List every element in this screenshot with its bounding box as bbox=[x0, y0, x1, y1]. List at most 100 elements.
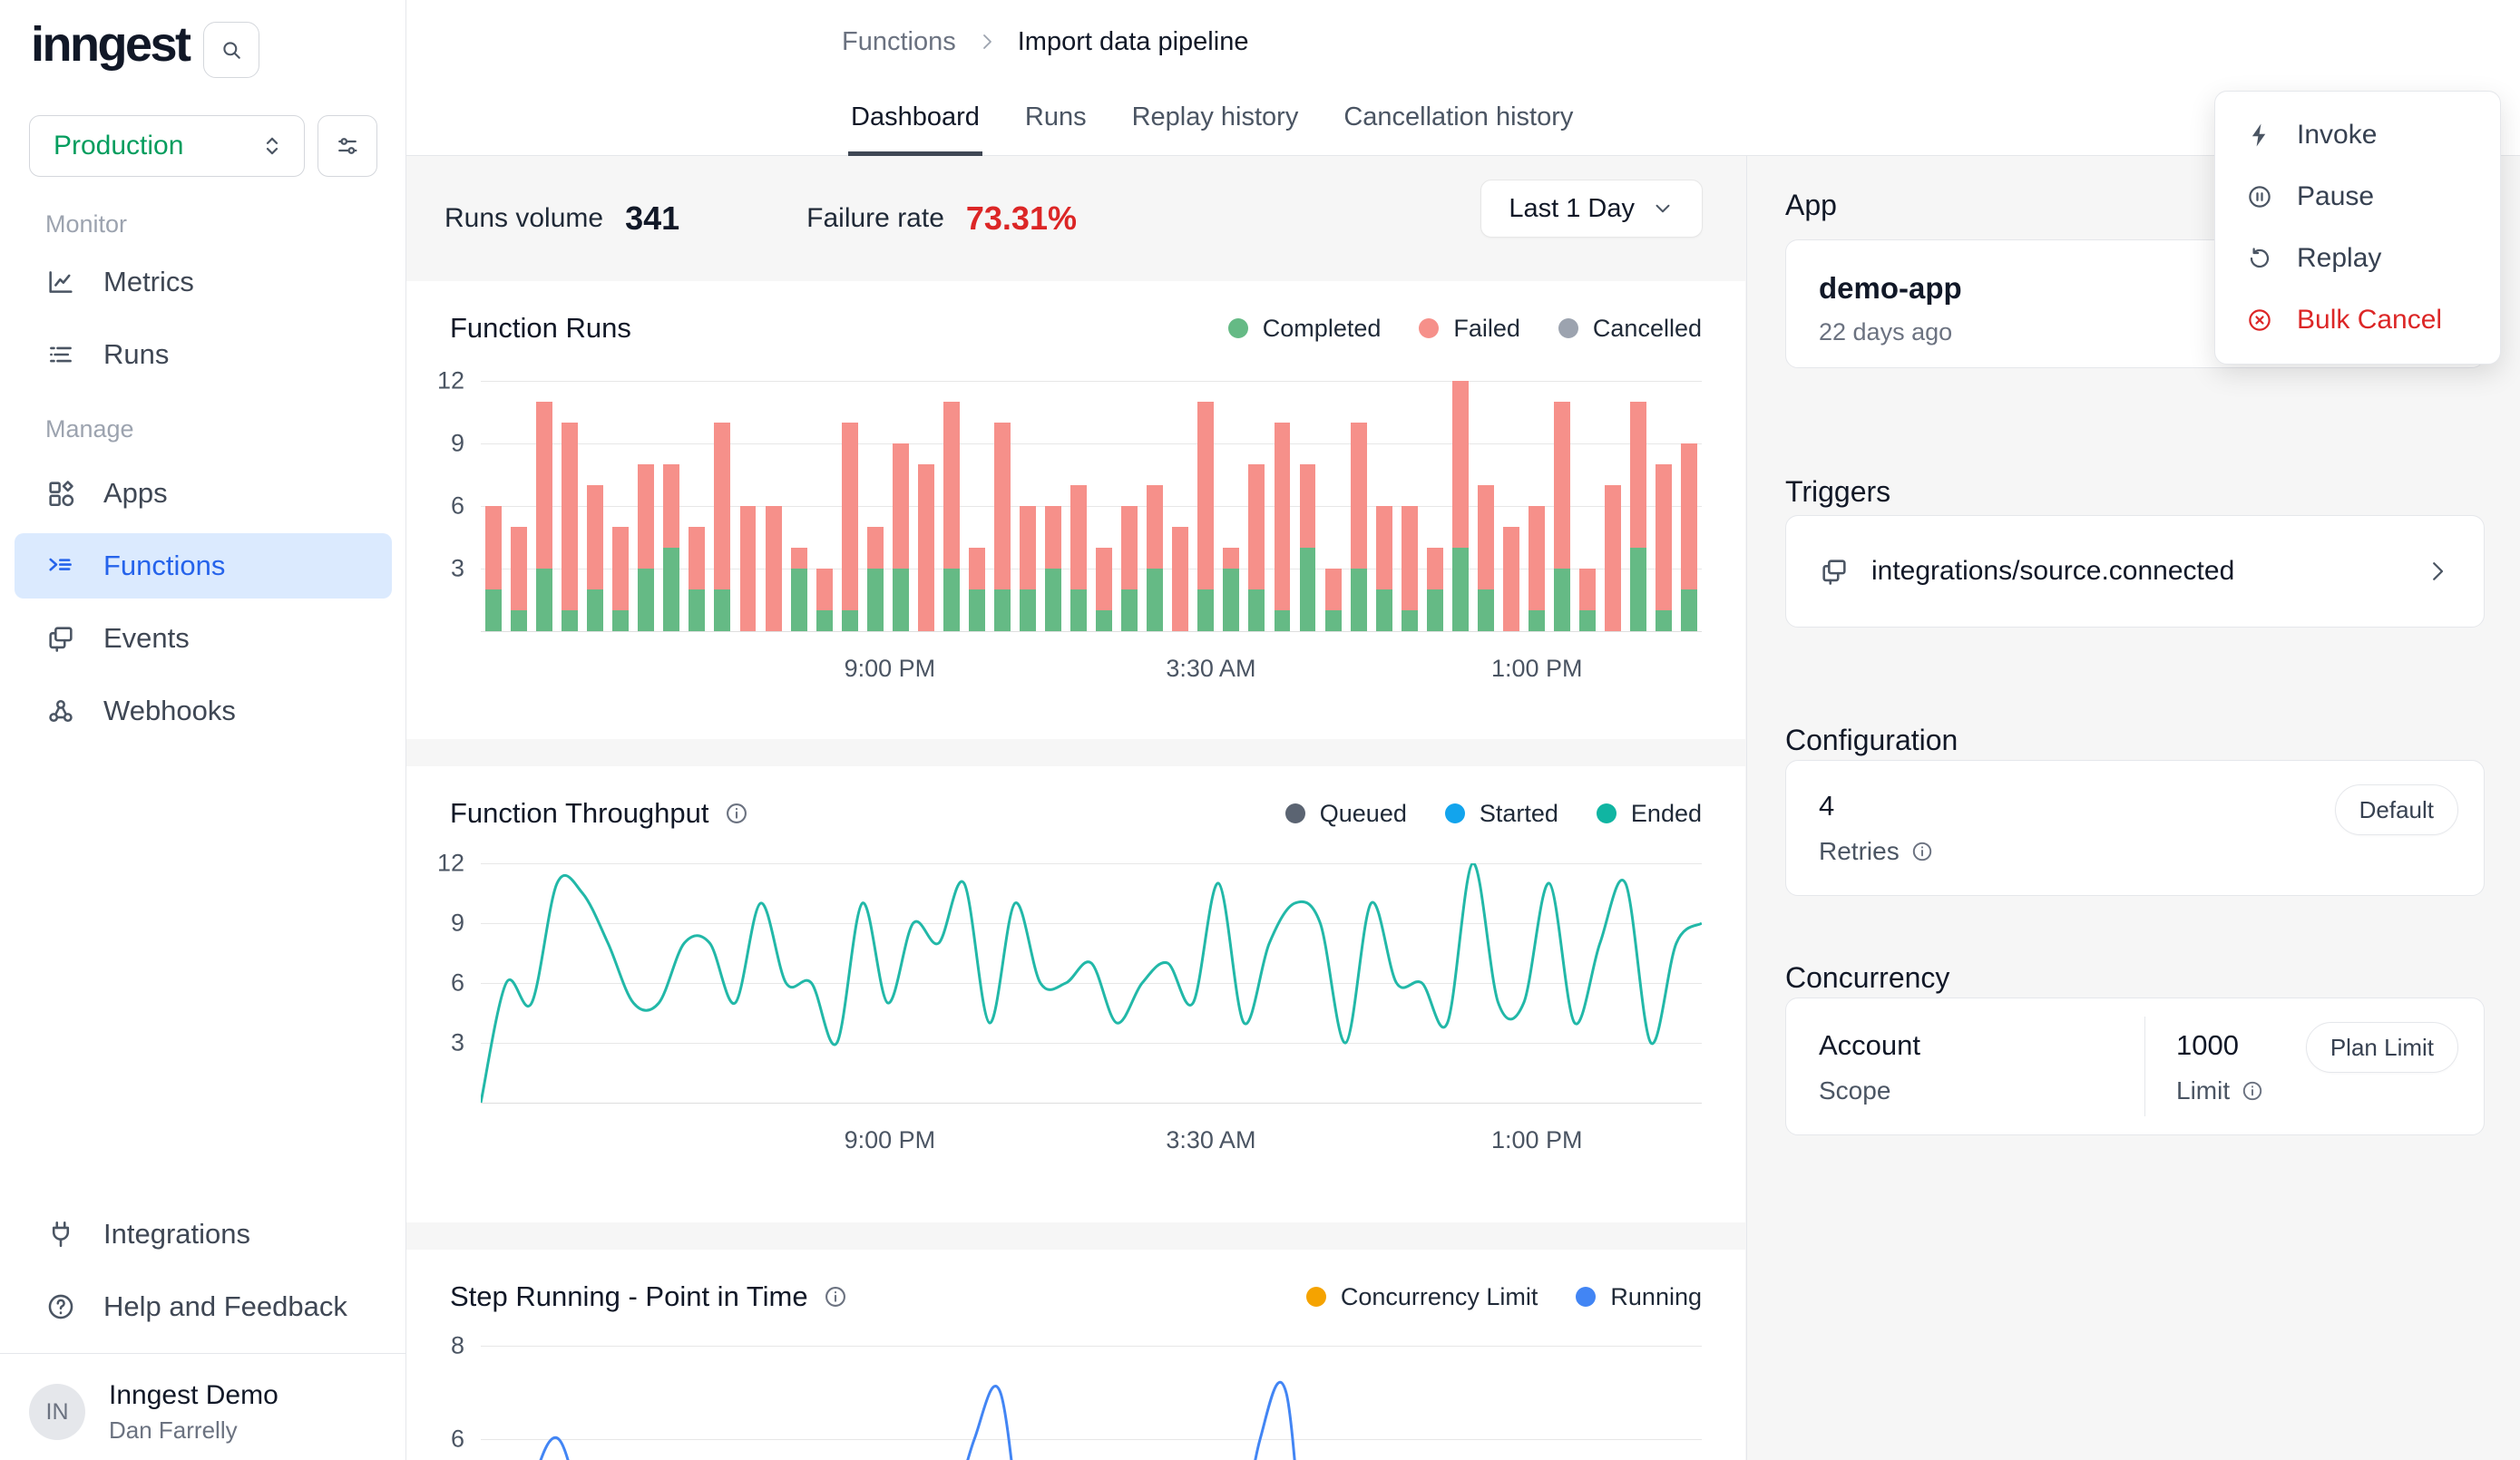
info-icon[interactable] bbox=[823, 1284, 848, 1309]
sidebar-item-apps[interactable]: Apps bbox=[15, 461, 392, 526]
completed-segment bbox=[689, 589, 705, 631]
y-axis-tick: 6 bbox=[451, 1426, 464, 1454]
replay-icon bbox=[2246, 245, 2273, 272]
info-icon[interactable] bbox=[2241, 1079, 2264, 1103]
failed-segment bbox=[918, 464, 934, 631]
time-range-selector[interactable]: Last 1 Day bbox=[1480, 180, 1703, 238]
x-axis-tick: 3:30 AM bbox=[1166, 655, 1255, 683]
bar bbox=[684, 381, 709, 631]
completed-segment bbox=[1554, 569, 1570, 631]
failed-segment bbox=[1681, 443, 1697, 589]
sidebar-item-runs[interactable]: Runs bbox=[15, 322, 392, 387]
legend-concurrency-limit: Concurrency Limit bbox=[1306, 1283, 1538, 1311]
sidebar-item-help[interactable]: Help and Feedback bbox=[15, 1274, 392, 1339]
bar bbox=[1066, 381, 1091, 631]
info-icon[interactable] bbox=[1910, 840, 1934, 863]
environment-selector[interactable]: Production bbox=[29, 115, 305, 177]
chevron-right-icon bbox=[976, 31, 998, 53]
bar bbox=[812, 381, 837, 631]
concurrency-limit-value: 1000 bbox=[2176, 1029, 2264, 1062]
failed-segment bbox=[943, 402, 960, 569]
chevron-down-icon bbox=[1651, 197, 1675, 220]
tab-cancellation-history[interactable]: Cancellation history bbox=[1341, 83, 1576, 156]
failed-segment bbox=[1478, 485, 1494, 589]
bar bbox=[888, 381, 913, 631]
bar bbox=[837, 381, 863, 631]
cancelled-dot bbox=[1558, 318, 1578, 338]
completed-segment bbox=[893, 569, 909, 631]
sidebar-item-events[interactable]: Events bbox=[15, 606, 392, 671]
bar bbox=[1142, 381, 1167, 631]
info-icon[interactable] bbox=[724, 801, 749, 826]
sidebar-item-metrics[interactable]: Metrics bbox=[15, 249, 392, 315]
bar bbox=[1218, 381, 1244, 631]
bar bbox=[1295, 381, 1321, 631]
page-title: Import data pipeline bbox=[1018, 27, 1249, 57]
completed-segment bbox=[1630, 548, 1646, 631]
menu-item-invoke[interactable]: Invoke bbox=[2215, 104, 2500, 166]
configuration-heading: Configuration bbox=[1785, 724, 1958, 757]
failed-segment bbox=[842, 423, 858, 610]
line-series bbox=[481, 1346, 1702, 1460]
environment-settings-button[interactable] bbox=[317, 115, 377, 177]
failed-segment bbox=[816, 569, 833, 610]
sidebar-divider bbox=[0, 1353, 406, 1354]
menu-item-pause[interactable]: Pause bbox=[2215, 166, 2500, 228]
failed-segment bbox=[969, 548, 985, 589]
user-menu[interactable]: IN Inngest Demo Dan Farrelly bbox=[0, 1364, 406, 1460]
retries-card: 4 Retries Default bbox=[1785, 760, 2485, 896]
sidebar-item-integrations[interactable]: Integrations bbox=[15, 1202, 392, 1267]
triggers-heading: Triggers bbox=[1785, 475, 1890, 509]
sidebar-item-webhooks[interactable]: Webhooks bbox=[15, 678, 392, 744]
completed-segment bbox=[994, 589, 1011, 631]
completed-segment bbox=[1402, 610, 1418, 631]
plug-icon bbox=[45, 1219, 76, 1250]
completed-segment bbox=[1478, 589, 1494, 631]
tab-dashboard[interactable]: Dashboard bbox=[848, 83, 982, 156]
tab-runs[interactable]: Runs bbox=[1022, 83, 1089, 156]
failed-segment bbox=[1579, 569, 1596, 610]
completed-segment bbox=[714, 589, 730, 631]
legend-completed: Completed bbox=[1228, 315, 1382, 343]
failed-segment bbox=[485, 506, 502, 589]
events-icon bbox=[45, 623, 76, 654]
tab-bar: Dashboard Runs Replay history Cancellati… bbox=[848, 83, 1576, 156]
legend-running: Running bbox=[1576, 1283, 1702, 1311]
step-running-chart: 86 bbox=[481, 1346, 1702, 1460]
bar bbox=[1422, 381, 1448, 631]
failed-segment bbox=[1197, 402, 1214, 589]
function-runs-title: Function Runs bbox=[450, 312, 631, 345]
bar bbox=[786, 381, 812, 631]
search-icon bbox=[219, 37, 244, 63]
completed-segment bbox=[791, 569, 807, 631]
sidebar-item-functions[interactable]: Functions bbox=[15, 533, 392, 599]
completed-dot bbox=[1228, 318, 1248, 338]
search-button[interactable] bbox=[203, 22, 259, 78]
default-badge: Default bbox=[2335, 784, 2458, 835]
bar bbox=[1448, 381, 1473, 631]
tab-replay-history[interactable]: Replay history bbox=[1129, 83, 1302, 156]
failed-segment bbox=[994, 423, 1011, 589]
menu-item-bulk-cancel[interactable]: Bulk Cancel bbox=[2215, 289, 2500, 351]
avatar: IN bbox=[29, 1384, 85, 1440]
menu-item-replay[interactable]: Replay bbox=[2215, 228, 2500, 289]
user-name: Inngest Demo bbox=[109, 1380, 278, 1411]
runs-icon bbox=[45, 339, 76, 370]
metrics-icon bbox=[45, 267, 76, 297]
dashboard-main: Runs volume 341 Failure rate 73.31% Last… bbox=[406, 156, 1746, 1460]
chevron-updown-icon bbox=[259, 132, 286, 160]
bar bbox=[1321, 381, 1346, 631]
y-axis-tick: 8 bbox=[451, 1332, 464, 1360]
failed-segment bbox=[1020, 506, 1036, 589]
step-running-card: Step Running - Point in Time Concurrency… bbox=[406, 1250, 1745, 1460]
bar bbox=[1372, 381, 1397, 631]
bar bbox=[1524, 381, 1549, 631]
bar bbox=[557, 381, 582, 631]
bar bbox=[863, 381, 888, 631]
bar bbox=[1575, 381, 1600, 631]
bar bbox=[1117, 381, 1142, 631]
trigger-row[interactable]: integrations/source.connected bbox=[1785, 515, 2485, 628]
failure-rate-value: 73.31% bbox=[966, 200, 1077, 238]
breadcrumb-functions-link[interactable]: Functions bbox=[842, 27, 956, 57]
queued-dot bbox=[1285, 803, 1305, 823]
